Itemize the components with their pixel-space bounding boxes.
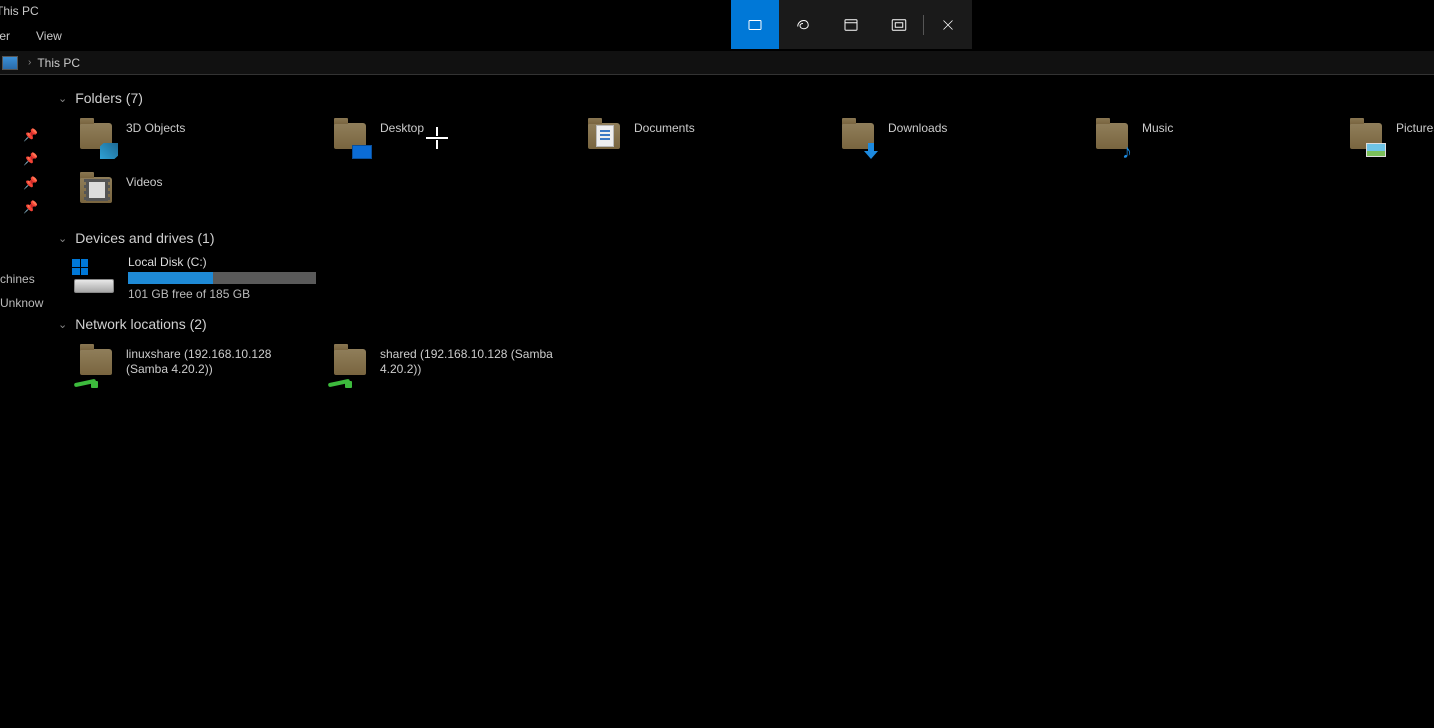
pin-icon: 📌 xyxy=(23,200,38,214)
folder-pictures[interactable]: Pictures xyxy=(1342,115,1434,163)
pin-icon: 📌 xyxy=(23,176,38,190)
quick-access-pin-3[interactable]: 📌 xyxy=(0,171,48,195)
folder-3d-objects[interactable]: 3D Objects xyxy=(72,115,326,163)
folder-icon xyxy=(1094,119,1132,157)
folder-icon xyxy=(332,119,370,157)
ribbon-tab-view[interactable]: View xyxy=(36,27,62,45)
folder-icon xyxy=(586,119,624,157)
network-location-shared[interactable]: shared (192.168.10.128 (Samba 4.20.2)) xyxy=(326,341,580,389)
folder-label: Documents xyxy=(634,119,695,136)
network-location-linuxshare[interactable]: linuxshare (192.168.10.128 (Samba 4.20.2… xyxy=(72,341,326,389)
rectangle-snip-icon xyxy=(746,16,764,34)
drive-icon xyxy=(72,259,116,293)
nav-item-machines[interactable]: chines xyxy=(0,267,48,291)
snip-close-button[interactable] xyxy=(924,0,972,49)
folder-label: Videos xyxy=(126,173,162,190)
drive-usage-bar xyxy=(128,272,316,284)
folder-label: 3D Objects xyxy=(126,119,185,136)
fullscreen-snip-icon xyxy=(890,16,908,34)
drive-free-text: 101 GB free of 185 GB xyxy=(128,287,316,301)
chevron-down-icon: ⌄ xyxy=(58,318,67,331)
folders-grid: 3D Objects Desktop Documents Downloads M… xyxy=(48,115,1434,217)
ribbon-tabs: ter View xyxy=(0,22,1434,50)
network-label: linuxshare (192.168.10.128 (Samba 4.20.2… xyxy=(126,345,306,377)
snip-window-button[interactable] xyxy=(827,0,875,49)
folder-icon xyxy=(840,119,878,157)
folder-icon xyxy=(1348,119,1386,157)
navigation-pane[interactable]: 📌 📌 📌 📌 chines Unknow xyxy=(0,75,48,728)
title-bar: This PC xyxy=(0,0,1434,22)
section-title-network: Network locations (2) xyxy=(75,316,207,332)
quick-access-pin-4[interactable]: 📌 xyxy=(0,195,48,219)
window-snip-icon xyxy=(842,16,860,34)
network-folder-icon xyxy=(78,345,116,383)
section-header-folders[interactable]: ⌄ Folders (7) xyxy=(48,85,1434,111)
drive-label: Local Disk (C:) xyxy=(128,255,316,269)
content-pane: ⌄ Folders (7) 3D Objects Desktop Documen… xyxy=(48,75,1434,728)
quick-access-pin-1[interactable]: 📌 xyxy=(0,123,48,147)
pin-icon: 📌 xyxy=(23,152,38,166)
folder-documents[interactable]: Documents xyxy=(580,115,834,163)
network-folder-icon xyxy=(332,345,370,383)
chevron-down-icon: ⌄ xyxy=(58,232,67,245)
folder-label: Music xyxy=(1142,119,1173,136)
section-title-drives: Devices and drives (1) xyxy=(75,230,214,246)
folder-label: Pictures xyxy=(1396,119,1434,136)
folder-videos[interactable]: Videos xyxy=(72,169,326,217)
ribbon-tab-computer[interactable]: ter xyxy=(0,27,10,45)
folder-music[interactable]: Music xyxy=(1088,115,1342,163)
folder-downloads[interactable]: Downloads xyxy=(834,115,1088,163)
quick-access-pin-2[interactable]: 📌 xyxy=(0,147,48,171)
close-icon xyxy=(939,16,957,34)
window-title: This PC xyxy=(0,4,39,18)
network-label: shared (192.168.10.128 (Samba 4.20.2)) xyxy=(380,345,560,377)
breadcrumb-location[interactable]: This PC xyxy=(37,56,80,70)
snip-fullscreen-button[interactable] xyxy=(875,0,923,49)
drive-local-disk-c[interactable]: Local Disk (C:) 101 GB free of 185 GB xyxy=(48,251,1434,305)
breadcrumb-chevron-icon[interactable]: › xyxy=(28,57,31,68)
this-pc-icon xyxy=(2,56,18,70)
nav-item-unknown[interactable]: Unknow xyxy=(0,291,48,315)
snip-rectangular-button[interactable] xyxy=(731,0,779,49)
snipping-toolbar xyxy=(731,0,972,49)
section-header-drives[interactable]: ⌄ Devices and drives (1) xyxy=(48,225,1434,251)
folder-label: Desktop xyxy=(380,119,424,136)
folder-icon xyxy=(78,173,116,211)
snip-freeform-button[interactable] xyxy=(779,0,827,49)
folder-icon xyxy=(78,119,116,157)
section-header-network[interactable]: ⌄ Network locations (2) xyxy=(48,311,1434,337)
freeform-snip-icon xyxy=(794,16,812,34)
chevron-down-icon: ⌄ xyxy=(58,92,67,105)
folder-desktop[interactable]: Desktop xyxy=(326,115,580,163)
folder-label: Downloads xyxy=(888,119,947,136)
address-bar[interactable]: › This PC xyxy=(0,50,1434,75)
pin-icon: 📌 xyxy=(23,128,38,142)
section-title-folders: Folders (7) xyxy=(75,90,143,106)
network-grid: linuxshare (192.168.10.128 (Samba 4.20.2… xyxy=(48,341,1434,389)
